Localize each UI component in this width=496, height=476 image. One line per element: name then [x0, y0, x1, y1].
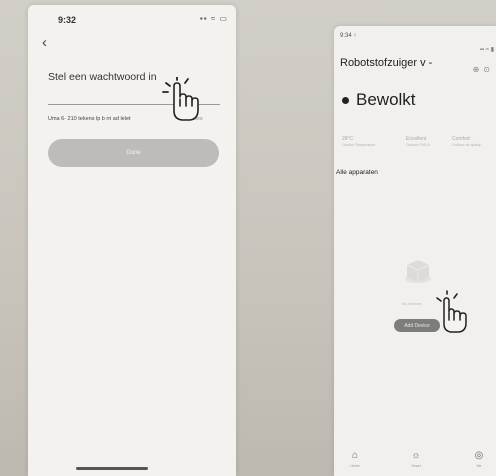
empty-devices-illustration [405, 260, 431, 283]
sun-icon: ☼ [411, 450, 421, 461]
tab-me[interactable]: ◎ Me [464, 450, 494, 469]
tab-all-devices[interactable]: Alle apparaten [336, 169, 378, 176]
status-bar: 9:32 ▪▪ ≈ ▭ [28, 5, 236, 29]
tab-home[interactable]: ⌂ Home [340, 450, 370, 469]
home-indicator [76, 467, 148, 470]
status-time: 9:34 ↑ [340, 33, 357, 39]
bottom-tab-bar: ⌂ Home ☼ Smart ◎ Me [334, 440, 496, 476]
chevron-down-icon: - [428, 57, 433, 69]
empty-state-text: No devices [402, 301, 422, 306]
status-time: 9:32 [58, 15, 77, 25]
done-button[interactable]: Done [48, 139, 219, 167]
pointing-hand-icon [162, 77, 199, 121]
weather-condition: Bewolkt [356, 90, 416, 109]
password-screen: 9:32 ▪▪ ≈ ▭ ‹ Stel een wachtwoord in Uma… [28, 5, 236, 476]
home-icon: ⌂ [351, 450, 359, 461]
header-actions: ⊕⊙ [473, 65, 494, 74]
stat-air-quality: Comfort Outdoor air quality [452, 136, 481, 147]
home-name: Robotstofzuiger v [340, 57, 426, 69]
more-icon[interactable]: ⊙ [483, 65, 494, 74]
add-icon[interactable]: ⊕ [473, 65, 484, 74]
status-icons: ▪▪ ≈ ▮ [479, 47, 494, 53]
me-icon: ◎ [474, 450, 484, 461]
status-icons: ▪▪ ≈ ▭ [199, 14, 228, 23]
stat-temperature: 28°C Outdoor Temperature [342, 136, 376, 147]
back-button[interactable]: ‹ [42, 35, 47, 50]
home-selector[interactable]: Robotstofzuiger v - [340, 57, 432, 69]
password-hint: Uma 6- 210 tekens lp b rri ad lelet [48, 116, 131, 122]
stat-pm25: Excellent Outdoor PM2.5 [406, 136, 430, 147]
weather-summary: Bewolkt [342, 90, 416, 110]
tab-smart[interactable]: ☼ Smart [401, 450, 431, 469]
home-screen: 9:34 ↑ ▪▪ ≈ ▮ Robotstofzuiger v - ⊕⊙ Bew… [334, 26, 496, 476]
weather-bullet-icon [342, 96, 349, 104]
pointing-hand-icon [436, 290, 467, 333]
